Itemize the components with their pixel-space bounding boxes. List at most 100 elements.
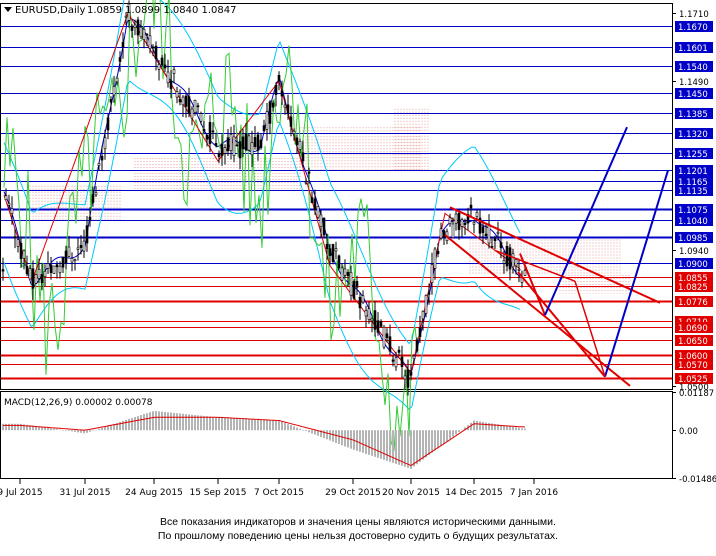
macd-histogram-bar [47,427,49,431]
macd-histogram-bar [239,418,241,431]
macd-histogram-bar [407,430,409,468]
candle-body [502,260,506,264]
macd-histogram-bar [290,425,292,431]
macd-histogram-bar [215,417,217,431]
candle-body [259,139,263,148]
macd-histogram-bar [449,430,451,439]
candle-body [379,321,383,327]
macd-histogram-bar [323,430,325,439]
macd-histogram-bar [71,430,73,432]
level-label-1.0776: 1.0776 [678,298,708,308]
candle-body [1,269,5,272]
macd-histogram-bar [278,420,280,431]
macd-histogram-bar [74,430,76,432]
candle-body [76,247,80,250]
macd-histogram-bar [263,419,265,431]
candle-body [271,102,275,108]
candle-body [448,217,452,225]
macd-histogram-bar [488,423,490,431]
level-label-1.1385: 1.1385 [678,110,708,120]
candle-body [451,223,455,238]
macd-histogram-bar [11,423,13,431]
candle-body [25,266,29,275]
candle-body [58,265,62,273]
chart-root: 1.1670 1.1601 1.1540 1.1450 1.1385 1.1320 1.12… [0,0,716,552]
macd-histogram-bar [128,419,130,431]
candle-body [415,339,419,351]
candle-body [220,143,224,156]
macd-histogram-bar [146,413,148,431]
candle-body [517,268,521,271]
candle-body [313,198,317,210]
macd-histogram-bar [479,421,481,431]
macd-histogram-bar [431,430,433,453]
candle-body [115,77,119,83]
macd-histogram-bar [218,417,220,431]
candle-body [286,104,290,115]
candle-body [19,242,23,259]
candle-body [79,245,83,248]
macd-title: MACD(12,26,9) 0.00002 0.00078 [4,398,153,408]
candle-body [211,130,215,133]
candle-body [109,99,113,103]
candle-body [292,130,296,134]
candle-body [145,33,149,36]
macd-histogram-bar [338,430,340,444]
candle-body [37,269,41,279]
macd-histogram-bar [122,421,124,431]
macd-histogram-bar [143,414,145,431]
macd-histogram-bar [251,419,253,431]
macd-histogram-bar [230,418,232,431]
candle-body [169,80,173,89]
candle-body [277,75,281,82]
macd-histogram-bar [164,412,166,431]
candle-body [61,257,65,268]
candle-body [148,35,152,49]
candle-body [355,281,359,288]
macd-histogram-bar [53,428,55,431]
candle-body [40,274,44,283]
candle-body [238,141,242,159]
candle-body [493,238,497,242]
candle-body [22,250,26,259]
macd-histogram-bar [521,428,523,431]
macd-histogram-bar [209,416,211,431]
candle-body [373,310,377,330]
candle-body [265,111,269,130]
time-tick-label: 9 Jul 2015 [0,488,43,498]
level-label-1.1320: 1.1320 [678,130,708,140]
macd-histogram-bar [44,427,46,431]
candle-body [103,137,107,149]
level-label-1.1075: 1.1075 [678,206,708,216]
macd-histogram-bar [77,430,79,433]
candle-body [439,228,443,239]
candle-body [208,122,212,144]
macd-histogram-bar [134,417,136,431]
macd-tick-label: 0.00 [679,427,698,437]
candle-body [349,272,353,296]
macd-histogram-bar [167,412,169,431]
macd-histogram-bar [227,417,229,431]
candle-body [358,296,362,309]
candle-body [307,171,311,174]
macd-histogram-bar [14,423,16,431]
macd-histogram-bar [20,423,22,431]
macd-tick-label: 0.01187 [679,389,714,399]
level-label-1.0825: 1.0825 [678,283,708,293]
candle-body [217,153,221,158]
candle-body [160,57,164,66]
macd-histogram-bar [131,418,133,431]
macd-histogram-bar [101,427,103,431]
level-label-1.0900: 1.0900 [678,260,708,270]
macd-histogram-bar [179,413,181,431]
candle-body [136,19,140,36]
candle-body [370,318,374,322]
level-label-1.1670: 1.1670 [678,23,708,33]
candle-body [100,155,104,161]
price-tick-label: 1.1490 [679,78,709,88]
candle-body [55,264,59,268]
macd-histogram-bar [17,423,19,431]
macd-histogram-bar [374,430,376,457]
ohlc-values: 1.0859 1.0899 1.0840 1.0847 [87,5,237,16]
macd-histogram-bar [296,427,298,431]
